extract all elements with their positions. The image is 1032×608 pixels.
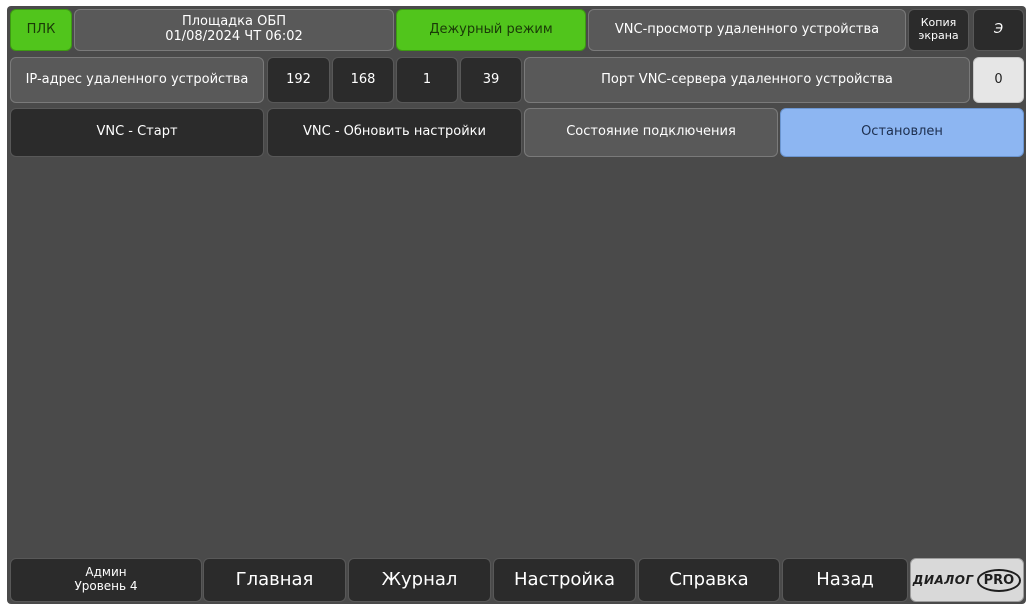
screenshot-button[interactable]: Копия экрана — [908, 9, 969, 51]
energy-label: Э — [993, 21, 1004, 37]
ip-octet-1-field[interactable]: 192 — [267, 57, 330, 103]
screenshot-label-line2: экрана — [918, 29, 959, 42]
plc-label: ПЛК — [26, 21, 56, 37]
ip-octet-2-value: 168 — [350, 71, 376, 87]
user-level: Уровень 4 — [74, 579, 138, 593]
energy-button[interactable]: Э — [973, 9, 1024, 51]
duty-mode-label: Дежурный режим — [429, 21, 553, 37]
vnc-port-field[interactable]: 0 — [973, 57, 1024, 103]
nav-main-button[interactable]: Главная — [203, 558, 346, 602]
nav-help-label: Справка — [669, 568, 749, 590]
nav-journal-button[interactable]: Журнал — [348, 558, 491, 602]
vnc-port-value: 0 — [994, 71, 1003, 87]
user-info-button[interactable]: Админ Уровень 4 — [10, 558, 202, 602]
ip-label-text: IP-адрес удаленного устройства — [25, 71, 249, 87]
site-name: Площадка ОБП — [181, 14, 287, 30]
nav-back-button[interactable]: Назад — [782, 558, 908, 602]
site-info-panel: Площадка ОБП 01/08/2024 ЧТ 06:02 — [74, 9, 394, 51]
vnc-view-label: VNC-просмотр удаленного устройства — [614, 21, 880, 37]
nav-back-label: Назад — [816, 568, 874, 590]
vnc-port-label: Порт VNC-сервера удаленного устройства — [524, 57, 970, 103]
nav-settings-label: Настройка — [514, 568, 615, 590]
connection-state-label: Состояние подключения — [524, 108, 778, 157]
user-name: Админ — [85, 565, 127, 580]
hmi-screen: ПЛК Площадка ОБП 01/08/2024 ЧТ 06:02 Деж… — [7, 6, 1026, 604]
duty-mode-button[interactable]: Дежурный режим — [396, 9, 586, 51]
nav-settings-button[interactable]: Настройка — [493, 558, 636, 602]
connection-state-label-text: Состояние подключения — [566, 124, 736, 140]
ip-address-label: IP-адрес удаленного устройства — [10, 57, 264, 103]
plc-button[interactable]: ПЛК — [10, 9, 72, 51]
vnc-start-label: VNC - Старт — [96, 124, 178, 140]
ip-octet-4-value: 39 — [482, 71, 500, 87]
logo-pro: PRO — [976, 568, 1022, 592]
ip-octet-2-field[interactable]: 168 — [332, 57, 394, 103]
ip-octet-3-field[interactable]: 1 — [396, 57, 458, 103]
vnc-update-settings-button[interactable]: VNC - Обновить настройки — [267, 108, 522, 157]
vnc-view-title: VNC-просмотр удаленного устройства — [588, 9, 906, 51]
vnc-start-button[interactable]: VNC - Старт — [10, 108, 264, 157]
connection-state-value: Остановлен — [780, 108, 1024, 157]
connection-state-value-text: Остановлен — [861, 124, 943, 140]
nav-journal-label: Журнал — [381, 568, 458, 590]
vnc-view-area[interactable] — [10, 161, 1024, 554]
vnc-port-label-text: Порт VNC-сервера удаленного устройства — [601, 71, 893, 87]
ip-octet-4-field[interactable]: 39 — [460, 57, 522, 103]
nav-main-label: Главная — [235, 568, 314, 590]
vnc-update-label: VNC - Обновить настройки — [303, 124, 486, 140]
dialog-pro-logo: ДИАЛОГ PRO — [910, 558, 1024, 602]
ip-octet-3-value: 1 — [422, 71, 432, 87]
datetime: 01/08/2024 ЧТ 06:02 — [165, 29, 303, 44]
logo-text: ДИАЛОГ — [912, 573, 974, 587]
ip-octet-1-value: 192 — [286, 71, 311, 87]
nav-help-button[interactable]: Справка — [638, 558, 780, 602]
